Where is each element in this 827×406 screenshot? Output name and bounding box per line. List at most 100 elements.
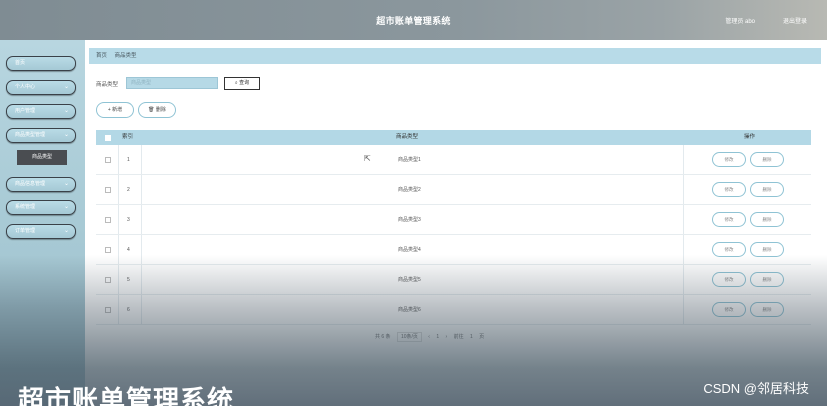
delete-button[interactable]: 删除 xyxy=(750,302,784,317)
divider xyxy=(683,175,684,204)
divider xyxy=(141,295,142,324)
row-type: 商品类型1 xyxy=(398,157,421,163)
row-index: 5 xyxy=(127,277,130,283)
divider xyxy=(683,265,684,294)
divider xyxy=(141,265,142,294)
sidebar-item-label: 商品类型管理 xyxy=(15,132,46,138)
table-row: 6 商品类型6 修改 删除 xyxy=(96,295,811,325)
table-header: 索引 商品类型 操作 xyxy=(96,130,811,145)
divider xyxy=(118,145,119,174)
overlay-title: 超市账单管理系统 xyxy=(18,385,235,406)
row-checkbox[interactable] xyxy=(105,307,111,313)
row-index: 1 xyxy=(127,157,130,163)
select-all-checkbox[interactable] xyxy=(105,135,111,141)
sidebar-item-home[interactable]: 首页 xyxy=(6,56,76,71)
row-index: 3 xyxy=(127,217,130,223)
page-size-select[interactable]: 10条/页 xyxy=(396,332,422,342)
edit-button[interactable]: 修改 xyxy=(712,302,746,317)
page-suffix: 页 xyxy=(479,334,485,340)
row-checkbox[interactable] xyxy=(105,187,111,193)
row-type: 商品类型6 xyxy=(398,307,421,313)
delete-button[interactable]: 删除 xyxy=(750,272,784,287)
search-input[interactable]: 商品类型 xyxy=(126,77,218,89)
divider xyxy=(683,205,684,234)
row-checkbox[interactable] xyxy=(105,157,111,163)
sidebar-item-label: 首页 xyxy=(15,60,26,66)
row-type: 商品类型2 xyxy=(398,187,421,193)
edit-button[interactable]: 修改 xyxy=(712,152,746,167)
divider xyxy=(141,175,142,204)
row-index: 4 xyxy=(127,247,130,253)
row-type: 商品类型3 xyxy=(398,217,421,223)
breadcrumb: 首页 商品类型 xyxy=(89,48,821,64)
add-button[interactable]: + 新增 xyxy=(96,102,134,118)
sidebar-item-system[interactable]: 系统管理 ⌄ xyxy=(6,200,76,215)
table-row: 3 商品类型3 修改 删除 xyxy=(96,205,811,235)
trash-icon: 🗑 xyxy=(148,107,155,113)
sidebar-item-profile[interactable]: 个人中心 ⌄ xyxy=(6,80,76,95)
table-row: 4 商品类型4 修改 删除 xyxy=(96,235,811,265)
goto-label: 前往 xyxy=(453,334,464,340)
delete-button[interactable]: 删除 xyxy=(750,182,784,197)
row-checkbox[interactable] xyxy=(105,247,111,253)
divider xyxy=(118,175,119,204)
sidebar-item-label: 用户管理 xyxy=(15,108,36,114)
top-header: 超市账单管理系统 管理员 abo 退出登录 xyxy=(0,0,827,40)
overlay-credit: CSDN @邻居科技 xyxy=(703,381,809,396)
sidebar-item-users[interactable]: 用户管理 ⌄ xyxy=(6,104,76,119)
divider xyxy=(118,235,119,264)
main-content: 首页 商品类型 商品类型 商品类型 ⌕ 查询 + 新增 🗑 删除 索引 商品类型… xyxy=(85,40,827,406)
edit-button[interactable]: 修改 xyxy=(712,272,746,287)
prev-page-button[interactable]: ‹ xyxy=(428,334,430,340)
logout-link[interactable]: 退出登录 xyxy=(783,16,807,25)
sidebar-item-orders[interactable]: 订单管理 ⌄ xyxy=(6,224,76,239)
app-title: 超市账单管理系统 xyxy=(376,16,451,26)
header-ops: 操作 xyxy=(744,134,756,140)
batch-delete-label: 删除 xyxy=(155,107,166,113)
row-checkbox[interactable] xyxy=(105,217,111,223)
row-index: 6 xyxy=(127,307,130,313)
edit-button[interactable]: 修改 xyxy=(712,212,746,227)
divider xyxy=(118,205,119,234)
divider xyxy=(683,235,684,264)
divider xyxy=(141,235,142,264)
chevron-down-icon: ⌄ xyxy=(63,228,69,234)
edit-button[interactable]: 修改 xyxy=(712,182,746,197)
table-row: 5 商品类型5 修改 删除 xyxy=(96,265,811,295)
divider xyxy=(141,145,142,174)
current-page[interactable]: 1 xyxy=(436,334,439,340)
row-type: 商品类型4 xyxy=(398,247,421,253)
divider xyxy=(683,145,684,174)
sidebar-item-label: 个人中心 xyxy=(15,84,36,90)
sidebar: 首页 个人中心 ⌄ 用户管理 ⌄ 商品类型管理 ⌄ 商品类型 商品信息管理 ⌄ … xyxy=(0,40,85,406)
row-checkbox[interactable] xyxy=(105,277,111,283)
search-button[interactable]: ⌕ 查询 xyxy=(224,77,260,90)
next-page-button[interactable]: › xyxy=(446,334,448,340)
sidebar-item-label: 商品信息管理 xyxy=(15,181,46,187)
divider xyxy=(118,265,119,294)
table-row: 1 商品类型1 修改 删除 xyxy=(96,145,811,175)
search-button-label: 查询 xyxy=(239,80,250,86)
table-row: 2 商品类型2 修改 删除 xyxy=(96,175,811,205)
sidebar-item-products[interactable]: 商品信息管理 ⌄ xyxy=(6,177,76,192)
row-type: 商品类型5 xyxy=(398,277,421,283)
sidebar-item-product-types[interactable]: 商品类型管理 ⌄ xyxy=(6,128,76,143)
breadcrumb-home[interactable]: 首页 xyxy=(96,53,107,59)
mouse-cursor-icon: ⇱ xyxy=(364,154,371,163)
search-label: 商品类型 xyxy=(96,82,119,88)
submenu-item-product-type[interactable]: 商品类型 xyxy=(17,150,67,165)
goto-input[interactable]: 1 xyxy=(470,334,473,340)
divider xyxy=(118,295,119,324)
chevron-down-icon: ⌄ xyxy=(63,204,69,210)
delete-button[interactable]: 删除 xyxy=(750,242,784,257)
pagination: 共 6 条 10条/页 ‹ 1 › 前往 1 页 xyxy=(375,332,489,342)
delete-button[interactable]: 删除 xyxy=(750,212,784,227)
edit-button[interactable]: 修改 xyxy=(712,242,746,257)
divider xyxy=(141,205,142,234)
header-type: 商品类型 xyxy=(396,134,419,140)
search-icon: ⌕ xyxy=(234,80,238,86)
delete-button[interactable]: 删除 xyxy=(750,152,784,167)
sidebar-item-label: 系统管理 xyxy=(15,204,36,210)
batch-delete-button[interactable]: 🗑 删除 xyxy=(138,102,176,118)
divider xyxy=(683,295,684,324)
